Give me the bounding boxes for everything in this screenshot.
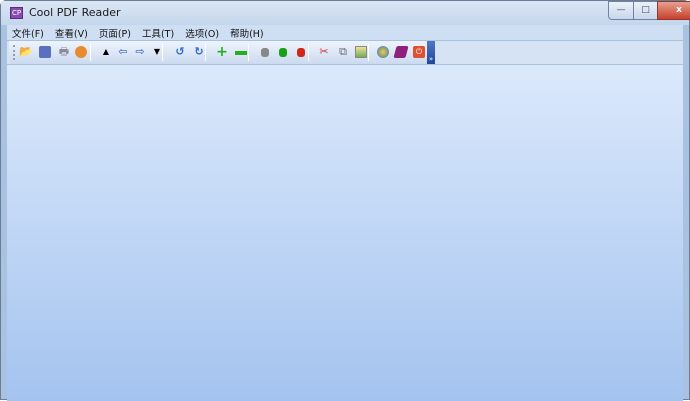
menu-help[interactable]: 帮助(H) xyxy=(225,25,270,40)
toolbar-overflow-button[interactable]: » xyxy=(427,41,435,64)
save-icon[interactable] xyxy=(39,46,51,58)
separator xyxy=(368,44,369,61)
red-light-icon[interactable] xyxy=(297,48,305,57)
print-icon[interactable]: 🖶 xyxy=(58,46,70,58)
close-button[interactable]: x xyxy=(657,1,690,20)
gray-light-icon[interactable] xyxy=(261,48,269,57)
app-icon: CP xyxy=(10,7,23,19)
comment-icon[interactable] xyxy=(75,46,87,58)
title-bar[interactable]: CP Cool PDF Reader xyxy=(1,1,689,25)
zoom-in-icon[interactable]: + xyxy=(216,45,228,59)
open-icon[interactable]: 📂 xyxy=(19,46,33,58)
green-light-icon[interactable] xyxy=(279,48,287,57)
toolbar: 📂 🖶 ▲ ⇦ ⇨ ▼ ↺ ↻ + ✂ ⧉ ⏻ » xyxy=(7,41,683,64)
menu-file[interactable]: 文件(F) xyxy=(7,25,50,40)
previous-page-icon[interactable]: ⇦ xyxy=(117,46,129,58)
exit-icon[interactable]: ⏻ xyxy=(413,46,425,58)
menu-view[interactable]: 查看(V) xyxy=(50,25,94,40)
globe-icon[interactable] xyxy=(377,46,389,58)
separator xyxy=(248,44,249,61)
minimize-button[interactable]: — xyxy=(608,1,634,20)
rotate-left-icon[interactable]: ↺ xyxy=(174,46,186,58)
menu-page[interactable]: 页面(P) xyxy=(94,25,137,40)
document-area[interactable] xyxy=(7,65,683,401)
toolbar-grip[interactable] xyxy=(13,45,15,60)
menu-options[interactable]: 选项(O) xyxy=(180,25,225,40)
separator xyxy=(205,44,206,61)
copy-icon[interactable]: ⧉ xyxy=(337,46,349,58)
menu-bar: 文件(F) 查看(V) 页面(P) 工具(T) 选项(O) 帮助(H) xyxy=(7,25,683,40)
book-icon[interactable] xyxy=(393,46,409,58)
separator xyxy=(90,44,91,61)
separator xyxy=(308,44,309,61)
image-icon[interactable] xyxy=(355,46,367,58)
menu-tools[interactable]: 工具(T) xyxy=(137,25,180,40)
maximize-button[interactable]: □ xyxy=(633,1,658,20)
cut-icon[interactable]: ✂ xyxy=(318,46,330,58)
separator xyxy=(162,44,163,61)
next-page-icon[interactable]: ⇨ xyxy=(134,46,146,58)
window-title: Cool PDF Reader xyxy=(29,6,121,19)
app-window: CP Cool PDF Reader — □ x 文件(F) 查看(V) 页面(… xyxy=(0,0,690,401)
first-page-icon[interactable]: ▲ xyxy=(100,46,112,58)
zoom-out-icon[interactable] xyxy=(235,51,247,55)
rotate-right-icon[interactable]: ↻ xyxy=(193,46,205,58)
